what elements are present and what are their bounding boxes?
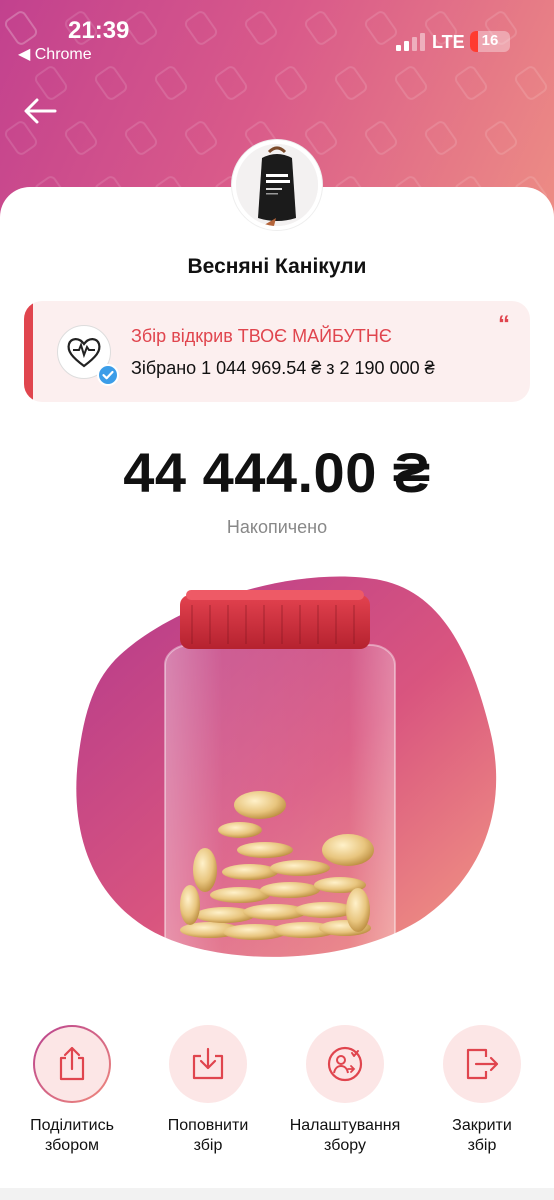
- backpack-image: [236, 144, 318, 226]
- share-icon: [59, 1046, 85, 1081]
- share-jar-label: Поділитись збором: [30, 1117, 114, 1154]
- share-jar-button[interactable]: Поділитись збором: [12, 1025, 132, 1156]
- jar-balance: 44 444.00 ₴: [123, 441, 431, 504]
- close-jar-icon: [466, 1048, 499, 1080]
- card-accent-bar: [24, 301, 33, 402]
- back-to-chrome-link[interactable]: ◀ Chrome: [18, 44, 92, 64]
- jar-title: Весняні Канікули: [187, 255, 367, 278]
- top-up-jar-button[interactable]: Поповнити збір: [148, 1025, 268, 1156]
- fundraiser-title: Збір відкрив ТВОЄ МАЙБУТНЄ: [131, 326, 392, 346]
- balance-label: Накопичено: [226, 517, 328, 537]
- battery-level: 16: [481, 32, 499, 49]
- top-up-icon: [192, 1047, 224, 1080]
- back-arrow-icon[interactable]: [22, 95, 58, 127]
- status-time: 21:39: [68, 17, 130, 44]
- signal-icon: [396, 33, 425, 51]
- status-bar: 21:39 ◀ Chrome LTE 16: [0, 0, 554, 70]
- settings-icon: [327, 1046, 363, 1082]
- network-type: LTE: [432, 32, 465, 52]
- fundraiser-progress: Зібрано 1 044 969.54 ₴ з 2 190 000 ₴: [131, 358, 435, 378]
- close-jar-label: Закрити збір: [452, 1117, 512, 1154]
- jar-settings-button[interactable]: Налаштування збору: [285, 1025, 405, 1156]
- quote-icon: “: [498, 311, 510, 338]
- jar-avatar[interactable]: [232, 140, 322, 230]
- verified-badge-icon: [97, 364, 119, 386]
- fundraiser-card[interactable]: Збір відкрив ТВОЄ МАЙБУТНЄ Зібрано 1 044…: [24, 301, 530, 402]
- battery-icon: 16: [470, 31, 510, 52]
- jar-illustration: [76, 576, 497, 978]
- close-jar-button[interactable]: Закрити збір: [422, 1025, 542, 1156]
- jar-settings-label: Налаштування збору: [289, 1117, 401, 1154]
- top-up-jar-label: Поповнити збір: [167, 1117, 249, 1154]
- bottom-strip: [0, 1188, 554, 1200]
